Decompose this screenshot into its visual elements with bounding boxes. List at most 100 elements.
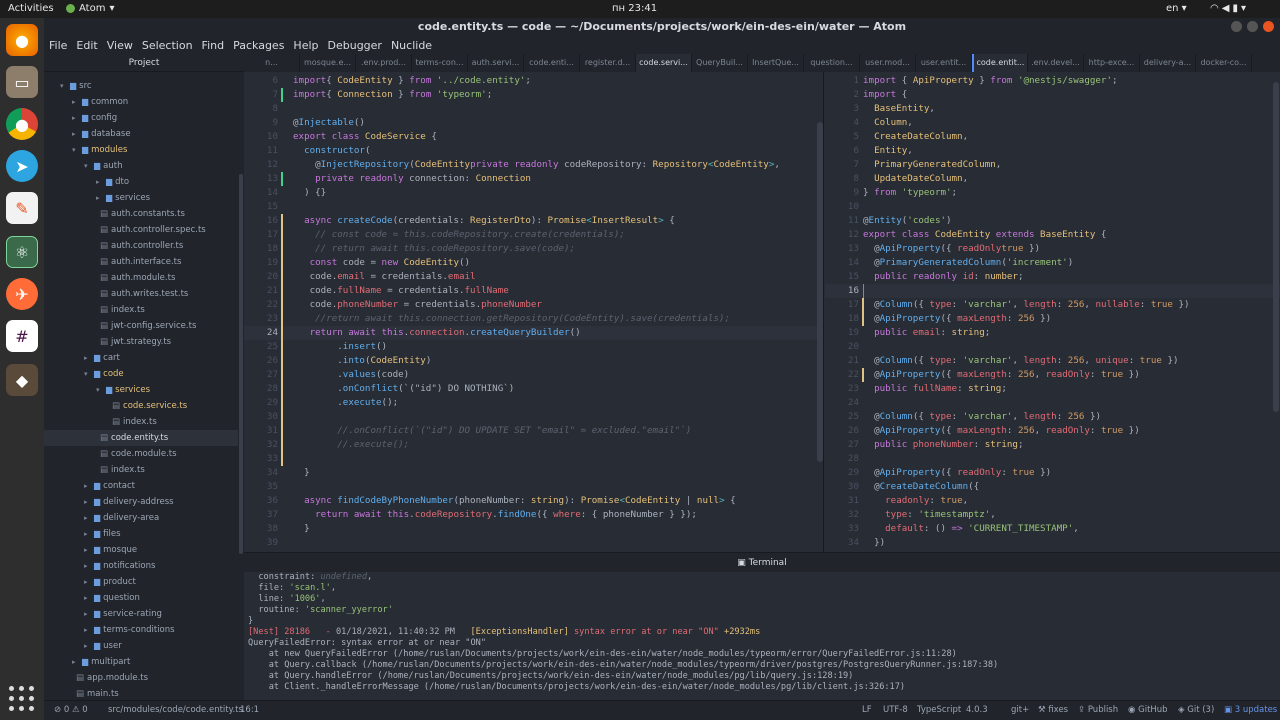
tree-folder[interactable]: ▸ ▆ notifications (44, 558, 238, 574)
menu-item[interactable]: Edit (76, 39, 97, 52)
tree-folder[interactable]: ▾ ▆ modules (44, 142, 238, 158)
maximize-button[interactable] (1247, 21, 1258, 32)
code-line[interactable]: Entity, (863, 144, 913, 158)
tree-folder[interactable]: ▸ ▆ mosque (44, 542, 238, 558)
menu-item[interactable]: Packages (233, 39, 284, 52)
code-line[interactable]: .insert() (293, 340, 387, 354)
line-ending[interactable]: LF (862, 705, 872, 715)
menu-item[interactable]: View (107, 39, 133, 52)
terminal[interactable]: constraint: undefined, file: 'scan.l', l… (244, 572, 1280, 700)
firefox-icon[interactable]: ● (6, 24, 38, 56)
editor-tab[interactable]: auth.servi... (468, 54, 524, 72)
encoding[interactable]: UTF-8 (883, 705, 908, 715)
tree-folder[interactable]: ▸ ▆ delivery-area (44, 510, 238, 526)
activities-button[interactable]: Activities (8, 3, 54, 14)
tree-folder[interactable]: ▸ ▆ contact (44, 478, 238, 494)
editor-tab[interactable]: code.entit... (972, 54, 1028, 72)
editor-tab[interactable]: QueryBuil... (692, 54, 748, 72)
editor-tab[interactable]: code.enti... (524, 54, 580, 72)
code-line[interactable]: private readonly connection: Connection (293, 172, 531, 186)
code-line[interactable]: } (293, 466, 310, 480)
code-line[interactable]: @Injectable() (293, 116, 365, 130)
code-line[interactable]: import{ Connection } from 'typeorm'; (293, 88, 492, 102)
editor-tab[interactable]: .env.prod... (356, 54, 412, 72)
code-line[interactable]: return await this.connection.createQuery… (293, 326, 581, 340)
tree-file[interactable]: ▤ auth.module.ts (44, 270, 238, 286)
tree-file[interactable]: ▤ code.entity.ts (44, 430, 238, 446)
tree-file[interactable]: ▤ index.ts (44, 462, 238, 478)
tree-scrollbar[interactable] (239, 174, 243, 554)
postman-icon[interactable]: ✈ (6, 278, 38, 310)
menu-item[interactable]: Help (293, 39, 318, 52)
file-path[interactable]: src/modules/code/code.entity.ts (108, 705, 243, 715)
editor-tab[interactable]: delivery-a... (1140, 54, 1196, 72)
code-line[interactable]: async findCodeByPhoneNumber(phoneNumber:… (293, 494, 736, 508)
code-line[interactable]: //.onConflict(`("id") DO UPDATE SET "ema… (293, 424, 691, 438)
tree-folder[interactable]: ▾ ▆ auth (44, 158, 238, 174)
code-line[interactable]: async createCode(credentials: RegisterDt… (293, 214, 675, 228)
tree-file[interactable]: ▤ main.ts (44, 686, 238, 700)
tree-file[interactable]: ▤ auth.interface.ts (44, 254, 238, 270)
code-line[interactable]: @ApiProperty({ readOnlytrue }) (863, 242, 1040, 256)
tree-file[interactable]: ▤ app.module.ts (44, 670, 238, 686)
app-menu[interactable]: Atom ▾ (66, 3, 114, 14)
code-line[interactable]: type: 'timestamptz', (863, 508, 996, 522)
tree-folder[interactable]: ▸ ▆ files (44, 526, 238, 542)
code-line[interactable]: //.execute(); (293, 438, 409, 452)
slack-icon[interactable]: # (6, 320, 38, 352)
code-line[interactable]: code.email = credentials.email (293, 270, 476, 284)
code-line[interactable]: export class CodeEntity extends BaseEnti… (863, 228, 1106, 242)
code-line[interactable]: BaseEntity, (863, 102, 935, 116)
tree-folder[interactable]: ▸ ▆ question (44, 590, 238, 606)
code-line[interactable]: @PrimaryGeneratedColumn('increment') (863, 256, 1073, 270)
tree-folder[interactable]: ▸ ▆ delivery-address (44, 494, 238, 510)
code-line[interactable]: // const code = this.codeRepository.crea… (293, 228, 625, 242)
git-button[interactable]: ◈ Git (3) (1178, 705, 1214, 715)
menu-item[interactable]: Find (202, 39, 225, 52)
code-line[interactable]: @ApiProperty({ maxLength: 256, readOnly:… (863, 424, 1140, 438)
code-line[interactable]: ) {} (293, 186, 326, 200)
code-line[interactable]: @InjectRepository(CodeEntityprivate read… (293, 158, 780, 172)
terminal-header[interactable]: ▣ Terminal (244, 552, 1280, 572)
code-line[interactable]: CreateDateColumn, (863, 130, 968, 144)
atom-icon[interactable]: ⚛ (6, 236, 38, 268)
code-line[interactable]: import { ApiProperty } from '@nestjs/swa… (863, 74, 1118, 88)
code-line[interactable]: public readonly id: number; (863, 270, 1023, 284)
tree-file[interactable]: ▤ auth.constants.ts (44, 206, 238, 222)
code-line[interactable]: }) (863, 536, 885, 550)
menu-item[interactable]: Selection (142, 39, 193, 52)
tree-folder[interactable]: ▸ ▆ cart (44, 350, 238, 366)
diagnostics[interactable]: ⊘ 0 ⚠ 0 (54, 705, 88, 715)
tree-file[interactable]: ▤ auth.controller.ts (44, 238, 238, 254)
editor-tab[interactable]: n... (244, 54, 300, 72)
tree-folder[interactable]: ▸ ▆ service-rating (44, 606, 238, 622)
code-line[interactable]: @ApiProperty({ maxLength: 256 }) (863, 312, 1051, 326)
cursor-position[interactable]: 16:1 (240, 705, 259, 715)
code-line[interactable]: @ApiProperty({ readOnly: true }) (863, 466, 1051, 480)
minimize-button[interactable] (1231, 21, 1242, 32)
code-line[interactable]: UpdateDateColumn, (863, 172, 968, 186)
code-line[interactable]: } (293, 522, 310, 536)
editor-tab[interactable]: user.mod... (860, 54, 916, 72)
tree-file[interactable]: ▤ code.module.ts (44, 446, 238, 462)
left-editor[interactable]: 6 import{ CodeEntity } from '../code.enti… (244, 72, 824, 552)
code-line[interactable]: // return await this.codeRepository.save… (293, 242, 575, 256)
tree-folder[interactable]: ▸ ▆ dto (44, 174, 238, 190)
code-line[interactable]: const code = new CodeEntity() (293, 256, 470, 270)
menu-item[interactable]: File (49, 39, 67, 52)
left-editor-scrollbar[interactable] (817, 122, 823, 462)
code-line[interactable]: .values(code) (293, 368, 409, 382)
code-line[interactable]: //return await this.connection.getReposi… (293, 312, 730, 326)
editor-tab[interactable]: .env.devel... (1028, 54, 1084, 72)
github-button[interactable]: ◉ GitHub (1128, 705, 1168, 715)
editor-tab[interactable]: question... (804, 54, 860, 72)
tree-folder[interactable]: ▸ ▆ product (44, 574, 238, 590)
tree-folder[interactable]: ▸ ▆ multipart (44, 654, 238, 670)
code-line[interactable]: code.phoneNumber = credentials.phoneNumb… (293, 298, 542, 312)
editor-tab[interactable]: code.servi... (636, 54, 692, 72)
editor-tab[interactable]: mosque.e... (300, 54, 356, 72)
code-line[interactable]: constructor( (293, 144, 370, 158)
tree-file[interactable]: ▤ index.ts (44, 414, 238, 430)
tree-folder[interactable]: ▸ ▆ common (44, 94, 238, 110)
code-line[interactable]: Column, (863, 116, 913, 130)
